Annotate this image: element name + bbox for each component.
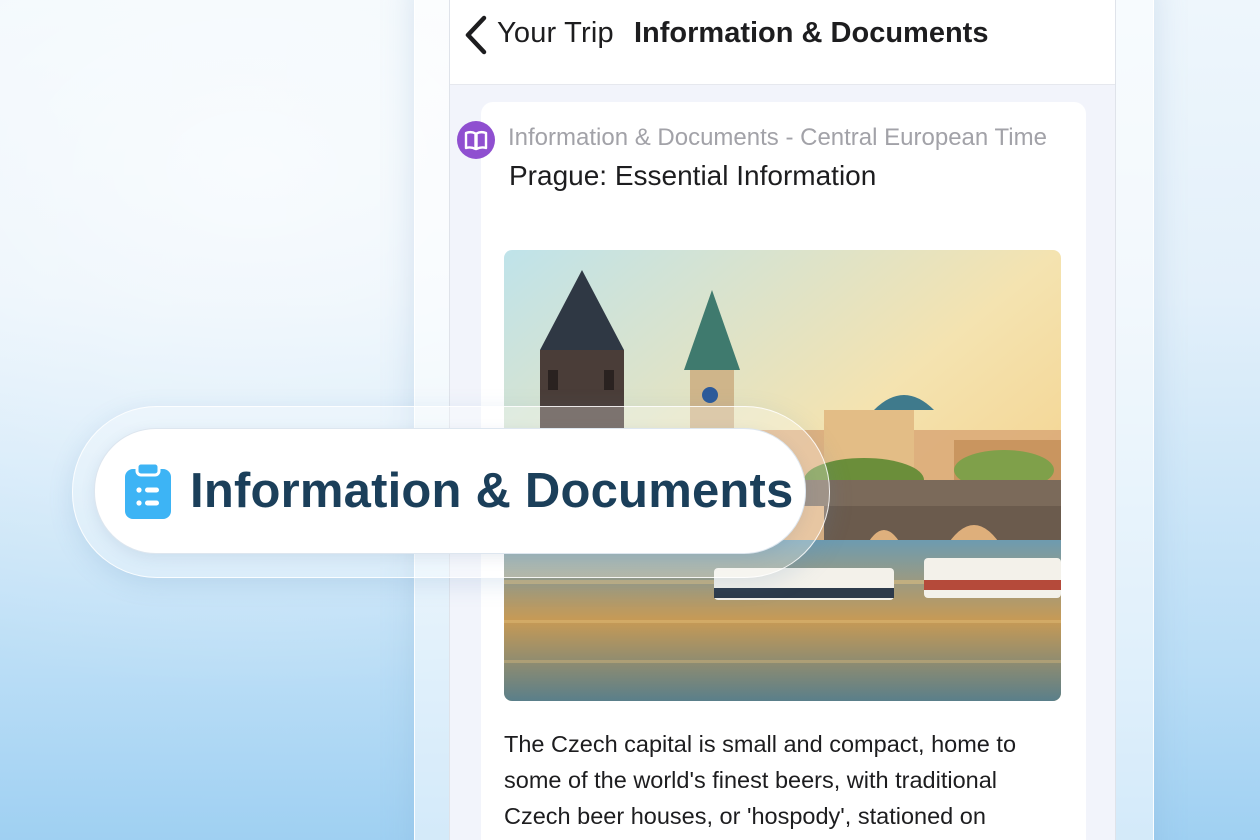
page-title: Information & Documents: [634, 17, 989, 49]
book-icon: [457, 121, 495, 159]
card-subtitle: Information & Documents - Central Europe…: [508, 124, 1047, 151]
clipboard-icon: [125, 461, 171, 519]
back-button-label[interactable]: Your Trip: [497, 17, 614, 50]
card-body-text: The Czech capital is small and compact, …: [504, 731, 1017, 829]
feature-chip-label: Information & Documents: [190, 464, 794, 518]
app-header: Your Trip Information & Documents: [450, 0, 1115, 85]
card-title: Prague: Essential Information: [509, 160, 877, 191]
feature-chip[interactable]: Information & Documents: [94, 428, 806, 554]
chevron-left-icon[interactable]: [462, 14, 490, 56]
